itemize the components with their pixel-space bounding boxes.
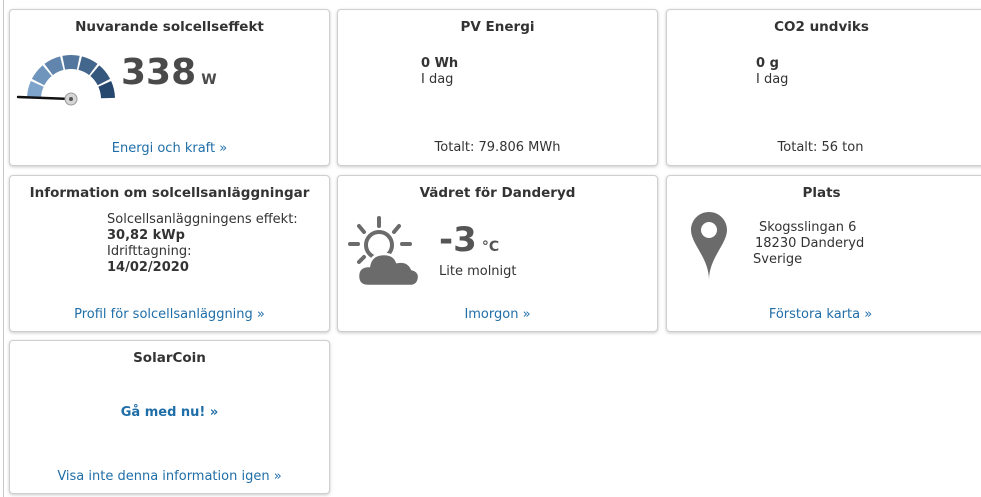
gauge-needle (16, 95, 73, 101)
plant-power-value: 30,82 kWp (107, 228, 185, 243)
card-title: Nuvarande solcellseffekt (75, 19, 264, 35)
card-title: Information om solcellsanläggningar (29, 185, 310, 201)
weather-description: Lite molnigt (439, 264, 517, 279)
weather-card: Vädret för Danderyd -3 °C Lite molnigt I… (337, 175, 658, 332)
power-readout: 338 W (121, 52, 217, 93)
current-power-card: Nuvarande solcellseffekt 338 W Energi oc… (9, 9, 330, 166)
pv-energy-period: I dag (421, 72, 454, 87)
address-city: 18230 Danderyd (755, 236, 865, 251)
co2-period: I dag (756, 72, 789, 87)
join-now-link[interactable]: Gå med nu! » (10, 405, 329, 420)
partly-cloudy-icon (348, 216, 421, 288)
co2-value: 0 g (756, 56, 779, 71)
tomorrow-link[interactable]: Imorgon » (338, 307, 657, 322)
pv-energy-total: Totalt: 79.806 MWh (434, 140, 561, 155)
plant-info-card: Information om solcellsanläggningar Solc… (9, 175, 330, 332)
temperature-readout: -3 °C (439, 220, 499, 260)
solarcoin-card: SolarCoin Gå med nu! » Visa inte denna i… (9, 340, 330, 494)
co2-total: Totalt: 56 ton (777, 140, 864, 155)
co2-card: CO2 undviks 0 g I dag Totalt: 56 ton (666, 9, 981, 166)
location-card: Plats Skogsslingan 6 18230 Danderyd Sver… (666, 175, 981, 332)
enlarge-map-link[interactable]: Förstora karta » (667, 307, 974, 322)
card-title: Vädret för Danderyd (419, 185, 576, 201)
plant-profile-link[interactable]: Profil för solcellsanläggning » (10, 307, 329, 322)
energy-and-power-link[interactable]: Energi och kraft » (10, 141, 329, 156)
commission-label: Idrifttagning: (107, 244, 192, 259)
pv-energy-value: 0 Wh (421, 56, 459, 71)
map-pin-icon (691, 212, 727, 280)
power-value: 338 (121, 52, 197, 93)
temperature-value: -3 (439, 220, 477, 260)
card-title: SolarCoin (133, 350, 206, 366)
card-title: CO2 undviks (774, 19, 869, 35)
address-street: Skogsslingan 6 (759, 220, 857, 235)
plant-power-label: Solcellsanläggningens effekt: (107, 212, 298, 227)
power-unit: W (201, 72, 217, 88)
card-title: Plats (802, 185, 841, 201)
power-gauge-icon (16, 55, 115, 106)
temperature-unit: °C (481, 239, 500, 255)
pv-energy-card: PV Energi 0 Wh I dag Totalt: 79.806 MWh (337, 9, 658, 166)
left-border (3, 0, 4, 497)
gauge-segment (62, 55, 80, 70)
card-title: PV Energi (460, 19, 535, 35)
address-country: Sverige (753, 252, 803, 267)
commission-date: 14/02/2020 (107, 260, 189, 275)
dont-show-again-link[interactable]: Visa inte denna information igen » (10, 469, 329, 484)
